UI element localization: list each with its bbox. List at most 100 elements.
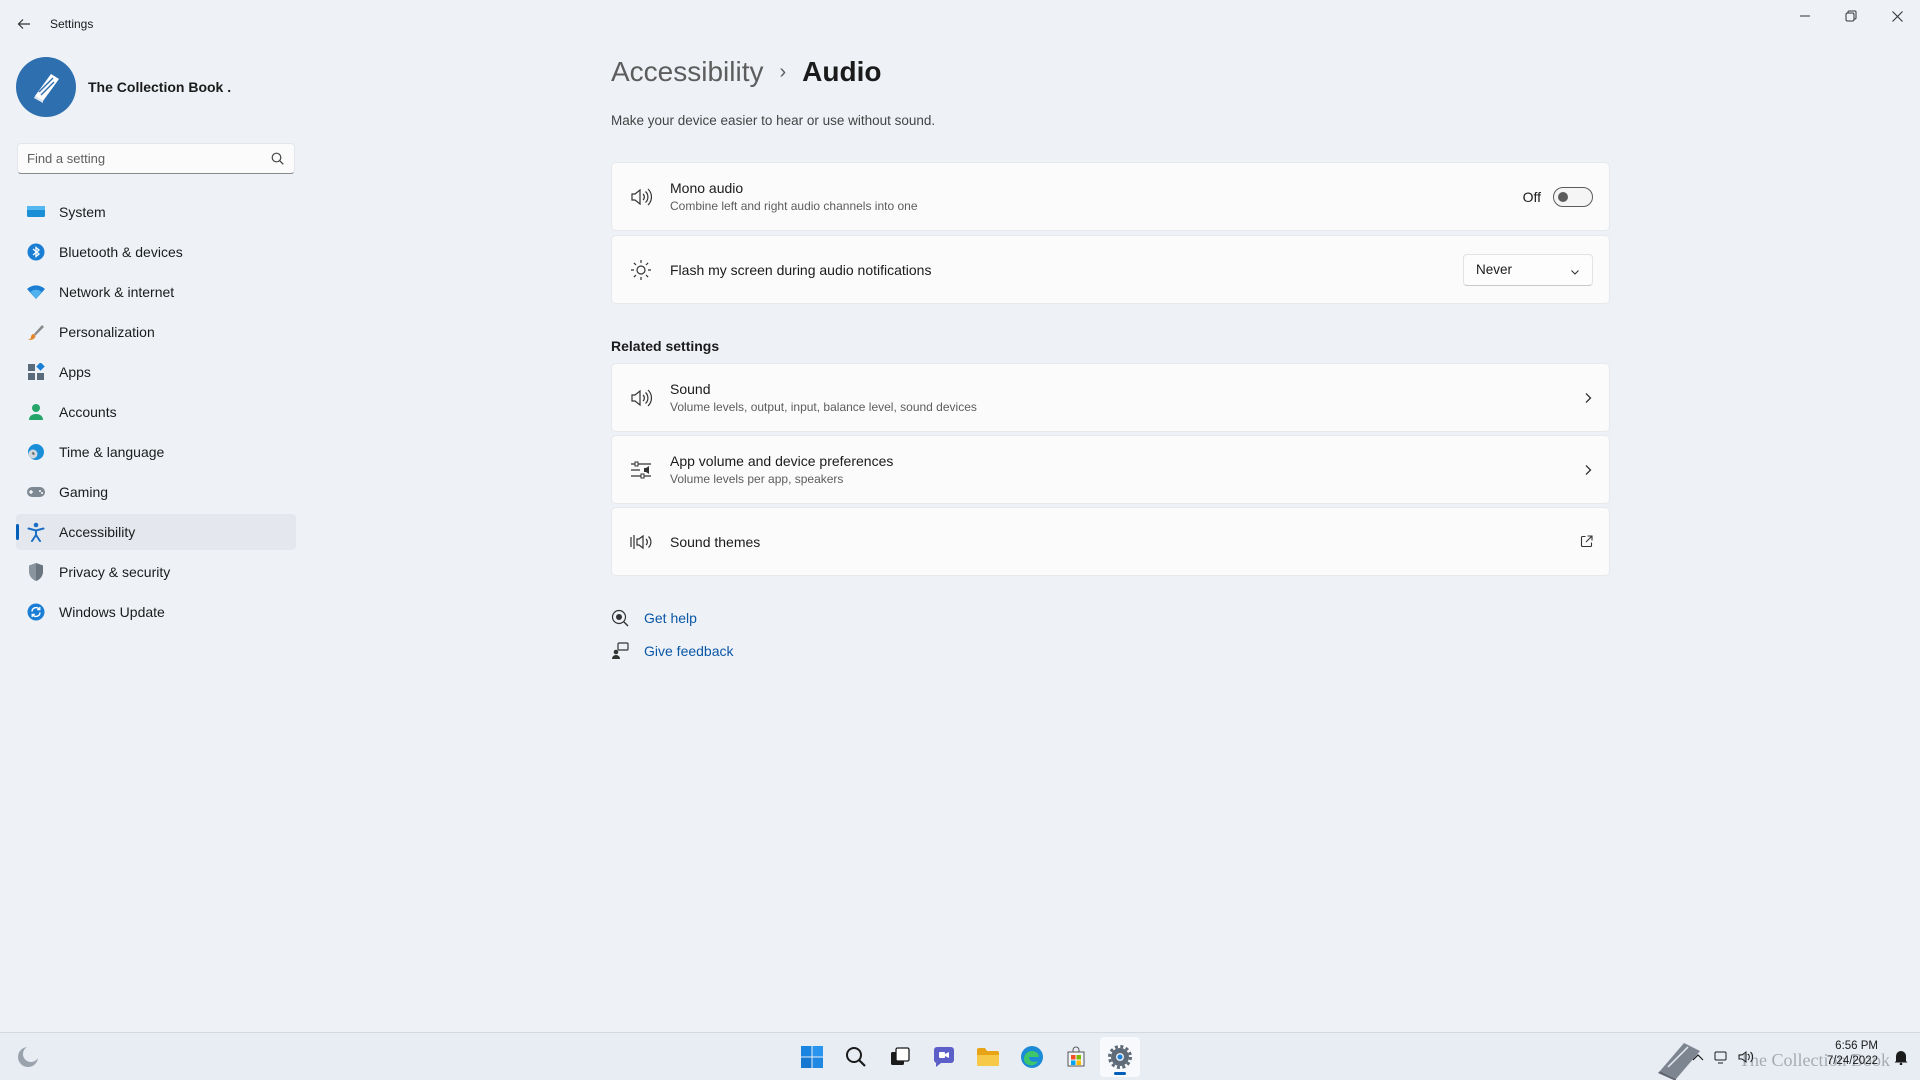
sidebar-item-accounts[interactable]: Accounts [16,394,296,430]
get-help-link[interactable]: Get help [611,608,734,628]
brush-icon [26,322,46,342]
app-volume-title: App volume and device preferences [670,453,894,469]
mono-audio-card: Mono audio Combine left and right audio … [611,162,1610,231]
flash-screen-title: Flash my screen during audio notificatio… [670,261,932,278]
wifi-icon [26,282,46,302]
chat-icon [934,1047,954,1067]
close-button[interactable] [1874,0,1920,32]
sidebar-item-system[interactable]: System [16,194,296,230]
store-icon [1067,1046,1085,1067]
sidebar-item-personalization[interactable]: Personalization [16,314,296,350]
help-icon [611,609,629,627]
sidebar-item-time-language[interactable]: Time & language [16,434,296,470]
sound-chevron [1583,392,1593,404]
speaker-icon [629,386,653,410]
minimize-icon [1800,15,1810,17]
sound-themes-external [1580,535,1593,548]
accessibility-icon [26,522,46,542]
chevron-right-icon [1585,464,1592,475]
sun-flash-icon [629,258,653,282]
volume-icon[interactable] [1734,1049,1758,1065]
monitor-icon [26,202,46,222]
sidebar-item-windows-update[interactable]: Windows Update [16,594,296,630]
profile-name: The Collection Book . [88,79,232,95]
minimize-button[interactable] [1782,0,1828,32]
mono-audio-control: Off [1522,186,1593,207]
weather-widget[interactable] [16,1045,40,1069]
edge-button[interactable] [1012,1037,1052,1077]
breadcrumb: Accessibility › Audio [611,56,881,88]
feedback-icon [611,642,629,660]
chevron-up-icon[interactable] [1686,1049,1710,1065]
shield-icon [26,562,46,582]
windows-logo-icon [801,1046,823,1068]
title-bar: Settings [0,0,1920,48]
clock-date: 7/24/2022 [1826,1055,1878,1067]
sound-themes-title: Sound themes [670,533,761,550]
edge-icon [1021,1046,1043,1068]
apps-icon [26,362,46,382]
sidebar-item-network[interactable]: Network & internet [16,274,296,310]
app-volume-chevron [1583,464,1593,476]
page-title: Audio [802,56,882,87]
chevron-right-icon [1585,392,1592,403]
file-explorer-button[interactable] [968,1037,1008,1077]
external-link-icon [1580,535,1593,548]
start-button[interactable] [792,1037,832,1077]
sidebar-item-bluetooth[interactable]: Bluetooth & devices [16,234,296,270]
chevron-down-icon [1570,265,1580,280]
restore-button[interactable] [1828,0,1874,32]
chat-button[interactable] [924,1037,964,1077]
mono-audio-title: Mono audio [670,180,744,196]
notification-bell-icon[interactable] [1894,1049,1908,1070]
network-icon[interactable] [1710,1049,1734,1065]
help-links: Get help Give feedback [611,608,734,674]
sidebar-item-gaming[interactable]: Gaming [16,474,296,510]
task-view-button[interactable] [880,1037,920,1077]
mono-audio-toggle[interactable] [1553,186,1593,207]
close-icon [1891,10,1903,22]
sound-card[interactable]: Sound Volume levels, output, input, bala… [611,363,1610,432]
flash-screen-selected: Never [1476,262,1513,277]
search-input[interactable] [18,151,258,166]
back-button[interactable] [12,12,36,36]
person-icon [26,402,46,422]
tray-icons[interactable] [1686,1049,1758,1065]
flash-screen-card: Flash my screen during audio notificatio… [611,235,1610,304]
sidebar-item-accessibility[interactable]: Accessibility [16,514,296,550]
sound-theme-icon [629,530,653,554]
sidebar-item-privacy[interactable]: Privacy & security [16,554,296,590]
folder-icon [977,1048,999,1066]
mono-audio-subtitle: Combine left and right audio channels in… [670,199,918,213]
speaker-icon [629,185,653,209]
arrow-left-icon [17,19,30,29]
give-feedback-text[interactable]: Give feedback [644,643,734,659]
store-button[interactable] [1056,1037,1096,1077]
sound-themes-text: Sound themes [670,534,760,550]
globe-clock-icon [26,442,46,462]
settings-taskbar-button[interactable] [1100,1037,1140,1077]
sound-themes-card[interactable]: Sound themes [611,507,1610,576]
mixer-icon [629,458,653,482]
breadcrumb-parent[interactable]: Accessibility [611,56,763,88]
mono-audio-text: Mono audio Combine left and right audio … [670,180,918,213]
sidebar-item-apps[interactable]: Apps [16,354,296,390]
search-icon[interactable] [271,152,284,170]
clock[interactable]: 6:56 PM 7/24/2022 [1827,1039,1878,1069]
related-settings-title: Related settings [611,338,720,354]
mono-audio-state-label: Off [1522,188,1541,205]
taskbar-apps [790,1037,1142,1077]
profile[interactable]: The Collection Book . [16,57,231,117]
app-volume-text: App volume and device preferences Volume… [670,453,893,486]
sound-subtitle: Volume levels, output, input, balance le… [670,400,977,414]
taskbar-search-button[interactable] [836,1037,876,1077]
flash-screen-text: Flash my screen during audio notificatio… [670,262,931,278]
get-help-text[interactable]: Get help [644,610,697,626]
give-feedback-link[interactable]: Give feedback [611,641,734,661]
app-volume-subtitle: Volume levels per app, speakers [670,472,844,486]
flash-screen-control: Never [1463,253,1593,286]
taskbar: The Collection Book 6:56 PM 7/24/2022 [0,1032,1920,1080]
search-box[interactable] [17,143,295,174]
flash-screen-dropdown[interactable]: Never [1463,253,1593,286]
app-volume-card[interactable]: App volume and device preferences Volume… [611,435,1610,504]
